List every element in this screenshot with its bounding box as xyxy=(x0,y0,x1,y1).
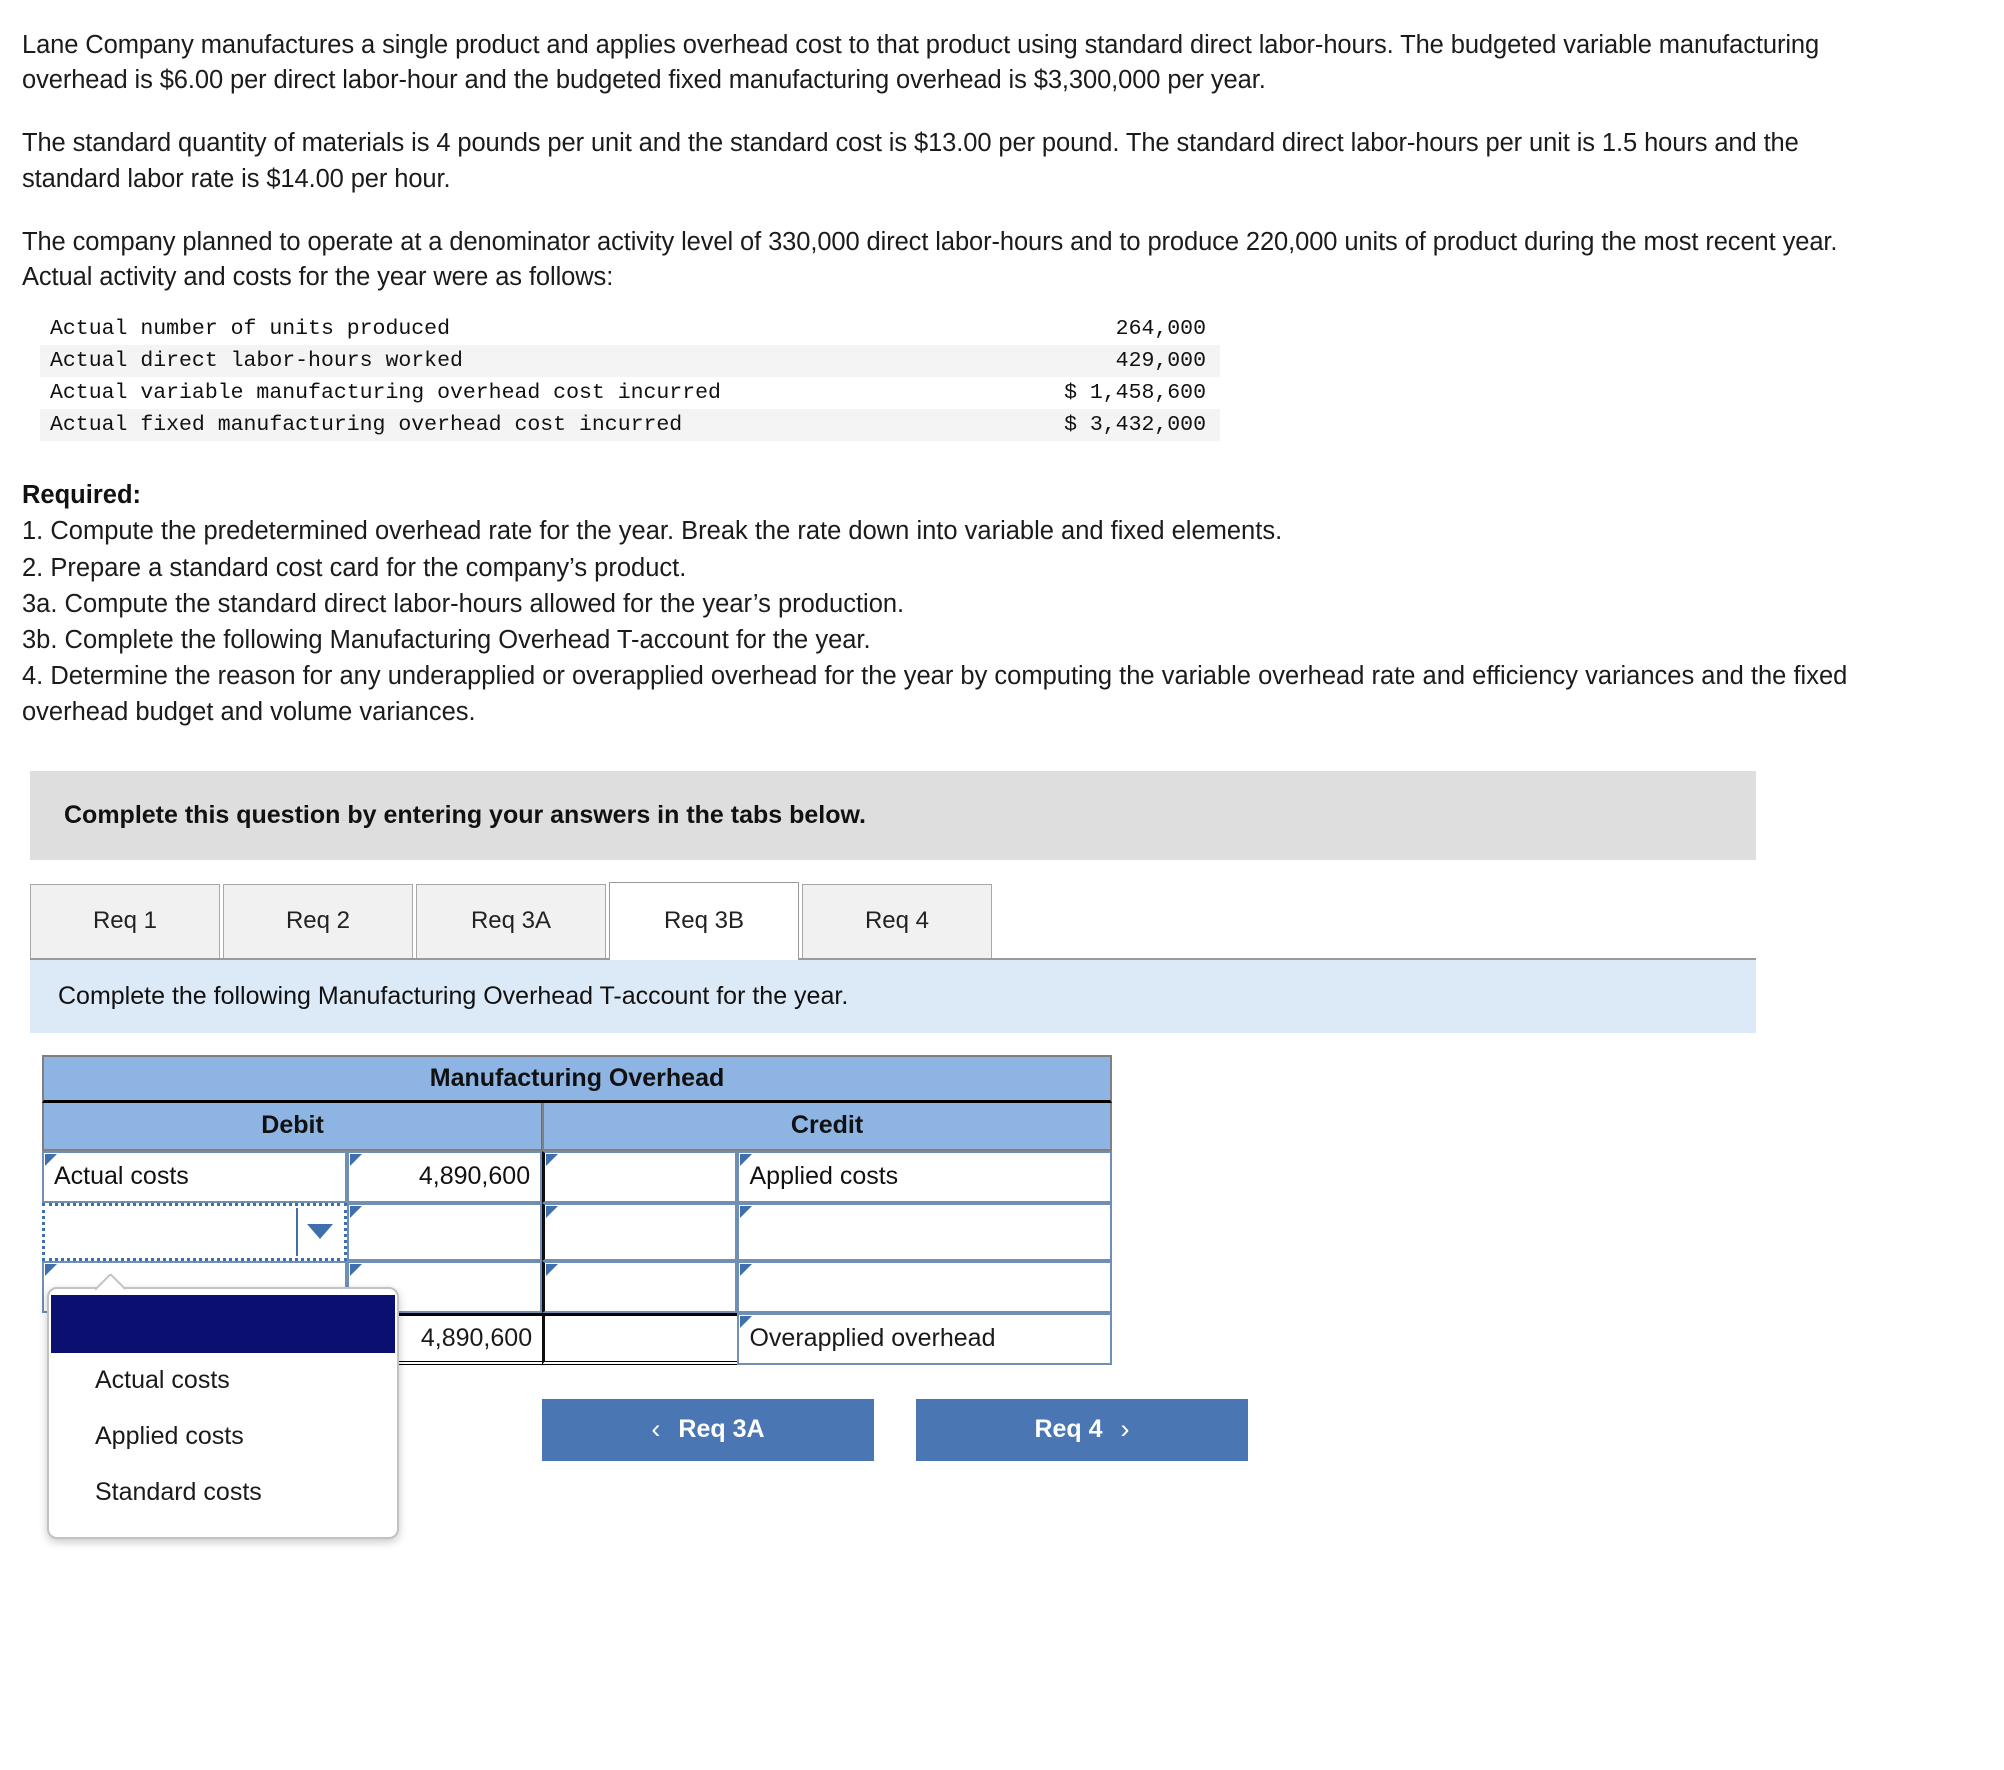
cell-text: 4,890,600 xyxy=(418,1162,531,1191)
next-req-4-button[interactable]: Req 4 › xyxy=(916,1398,1248,1461)
fact-label: Actual number of units produced xyxy=(50,317,450,342)
fact-label: Actual fixed manufacturing overhead cost… xyxy=(50,413,683,438)
tab-label: Req 2 xyxy=(285,907,351,935)
chevron-down-icon xyxy=(306,1224,333,1240)
tab-req-3a[interactable]: Req 3A xyxy=(416,883,606,958)
fact-label: Actual variable manufacturing overhead c… xyxy=(50,381,721,406)
credit-label-input-3[interactable] xyxy=(737,1260,1112,1313)
fact-label: Actual direct labor-hours worked xyxy=(50,349,463,374)
cell-marker-icon xyxy=(349,1153,362,1166)
cell-marker-icon xyxy=(740,1263,753,1276)
credit-amount-input-3[interactable] xyxy=(542,1260,738,1313)
required-item-2: 2. Prepare a standard cost card for the … xyxy=(22,553,687,582)
chevron-left-icon: ‹ xyxy=(651,1414,661,1445)
cost-type-dropdown-menu[interactable]: Actual costs Applied costs Standard cost… xyxy=(47,1286,399,1539)
table-row: Actual variable manufacturing overhead c… xyxy=(40,377,1220,410)
table-row: Actual number of units produced 264,000 xyxy=(40,313,1220,346)
tab-label: Req 3A xyxy=(470,907,552,935)
tab-label: Req 1 xyxy=(92,907,158,935)
select-arrow-button[interactable] xyxy=(298,1208,342,1256)
cell-marker-icon xyxy=(546,1263,559,1276)
requirement-tabs: Req 1 Req 2 Req 3A Req 3B Req 4 xyxy=(30,881,1756,960)
debit-label-select-2[interactable] xyxy=(42,1202,347,1261)
fact-value: $ 3,432,000 xyxy=(1064,413,1206,438)
credit-label-input-1[interactable]: Applied costs xyxy=(737,1150,1112,1203)
required-item-3b: 3b. Complete the following Manufacturing… xyxy=(22,625,871,654)
tab-req-4[interactable]: Req 4 xyxy=(802,883,992,958)
next-button-label: Req 4 xyxy=(1034,1415,1103,1444)
credit-label-input-2[interactable] xyxy=(737,1202,1112,1261)
cell-text: Actual costs xyxy=(54,1162,189,1191)
sub-instruction-bar: Complete the following Manufacturing Ove… xyxy=(30,959,1756,1033)
dropdown-pointer-icon xyxy=(95,1274,125,1290)
fact-value: 264,000 xyxy=(1115,317,1206,342)
prev-req-3a-button[interactable]: ‹ Req 3A xyxy=(542,1398,874,1461)
debit-amount-input-1[interactable]: 4,890,600 xyxy=(346,1150,543,1203)
chevron-right-icon: › xyxy=(1120,1414,1130,1445)
table-row: Actual fixed manufacturing overhead cost… xyxy=(40,409,1220,442)
cell-text: Applied costs xyxy=(749,1162,899,1191)
problem-paragraph-3: The company planned to operate at a deno… xyxy=(22,227,1838,291)
t-account-row: Actual costs 4,890,600 Applied costs xyxy=(42,1150,1112,1203)
dropdown-option-blank[interactable] xyxy=(51,1294,395,1353)
tab-label: Req 3B xyxy=(663,907,745,935)
cell-marker-icon xyxy=(546,1153,559,1166)
total-credit-amount xyxy=(542,1312,738,1365)
fact-value: 429,000 xyxy=(1115,349,1206,374)
prev-button-label: Req 3A xyxy=(678,1415,765,1444)
cell-text: Overapplied overhead xyxy=(749,1324,996,1353)
question-page: Lane Company manufactures a single produ… xyxy=(0,0,2004,1539)
problem-paragraph-2: The standard quantity of materials is 4 … xyxy=(22,129,1799,193)
required-section: Required: 1. Compute the predetermined o… xyxy=(22,477,1902,730)
cell-marker-icon xyxy=(546,1205,559,1218)
table-row: Actual direct labor-hours worked 429,000 xyxy=(40,345,1220,378)
actual-activity-table: Actual number of units produced 264,000 … xyxy=(40,313,1220,442)
debit-header: Debit xyxy=(42,1102,543,1151)
dropdown-option-applied-costs[interactable]: Applied costs xyxy=(49,1409,397,1465)
debit-label-input-1[interactable]: Actual costs xyxy=(42,1150,347,1203)
dropdown-option-standard-costs[interactable]: Standard costs xyxy=(49,1465,397,1521)
debit-amount-input-2[interactable] xyxy=(346,1202,543,1261)
t-account-row xyxy=(42,1202,1112,1261)
t-account-area: Manufacturing Overhead Debit Credit Actu… xyxy=(42,1054,2004,1539)
select-inner xyxy=(47,1207,342,1256)
credit-amount-input-2[interactable] xyxy=(542,1202,738,1261)
t-account-header-row: Debit Credit xyxy=(42,1102,1112,1151)
select-value xyxy=(47,1207,298,1256)
tab-req-2[interactable]: Req 2 xyxy=(223,883,413,958)
navigation-buttons: ‹ Req 3A Req 4 › xyxy=(542,1398,2004,1461)
tab-label: Req 4 xyxy=(864,907,930,935)
total-credit-label[interactable]: Overapplied overhead xyxy=(737,1312,1112,1365)
tab-req-3b[interactable]: Req 3B xyxy=(609,881,799,960)
t-account-title-row: Manufacturing Overhead xyxy=(42,1054,1112,1103)
required-heading: Required: xyxy=(22,481,142,510)
tab-req-1[interactable]: Req 1 xyxy=(30,883,220,958)
dropdown-option-actual-costs[interactable]: Actual costs xyxy=(49,1353,397,1409)
fact-value: $ 1,458,600 xyxy=(1064,381,1206,406)
required-item-4: 4. Determine the reason for any underapp… xyxy=(22,662,1848,727)
credit-amount-input-1[interactable] xyxy=(542,1150,738,1203)
cell-marker-icon xyxy=(740,1205,753,1218)
cell-marker-icon xyxy=(349,1205,362,1218)
complete-question-banner: Complete this question by entering your … xyxy=(30,770,1756,860)
cell-marker-icon xyxy=(349,1263,362,1276)
problem-paragraph-1: Lane Company manufactures a single produ… xyxy=(22,31,1820,95)
required-item-1: 1. Compute the predetermined overhead ra… xyxy=(22,517,1283,546)
t-account-title: Manufacturing Overhead xyxy=(42,1054,1112,1103)
required-item-3a: 3a. Compute the standard direct labor-ho… xyxy=(22,589,905,618)
cell-marker-icon xyxy=(45,1263,57,1276)
credit-header: Credit xyxy=(542,1102,1112,1151)
